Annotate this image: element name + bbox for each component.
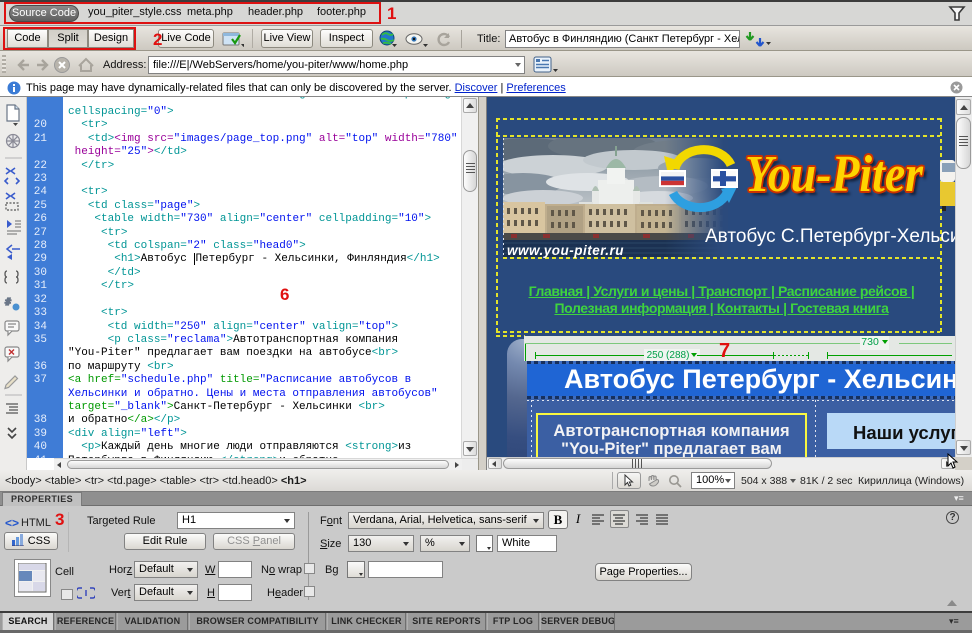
svg-text:#: #	[5, 297, 11, 308]
